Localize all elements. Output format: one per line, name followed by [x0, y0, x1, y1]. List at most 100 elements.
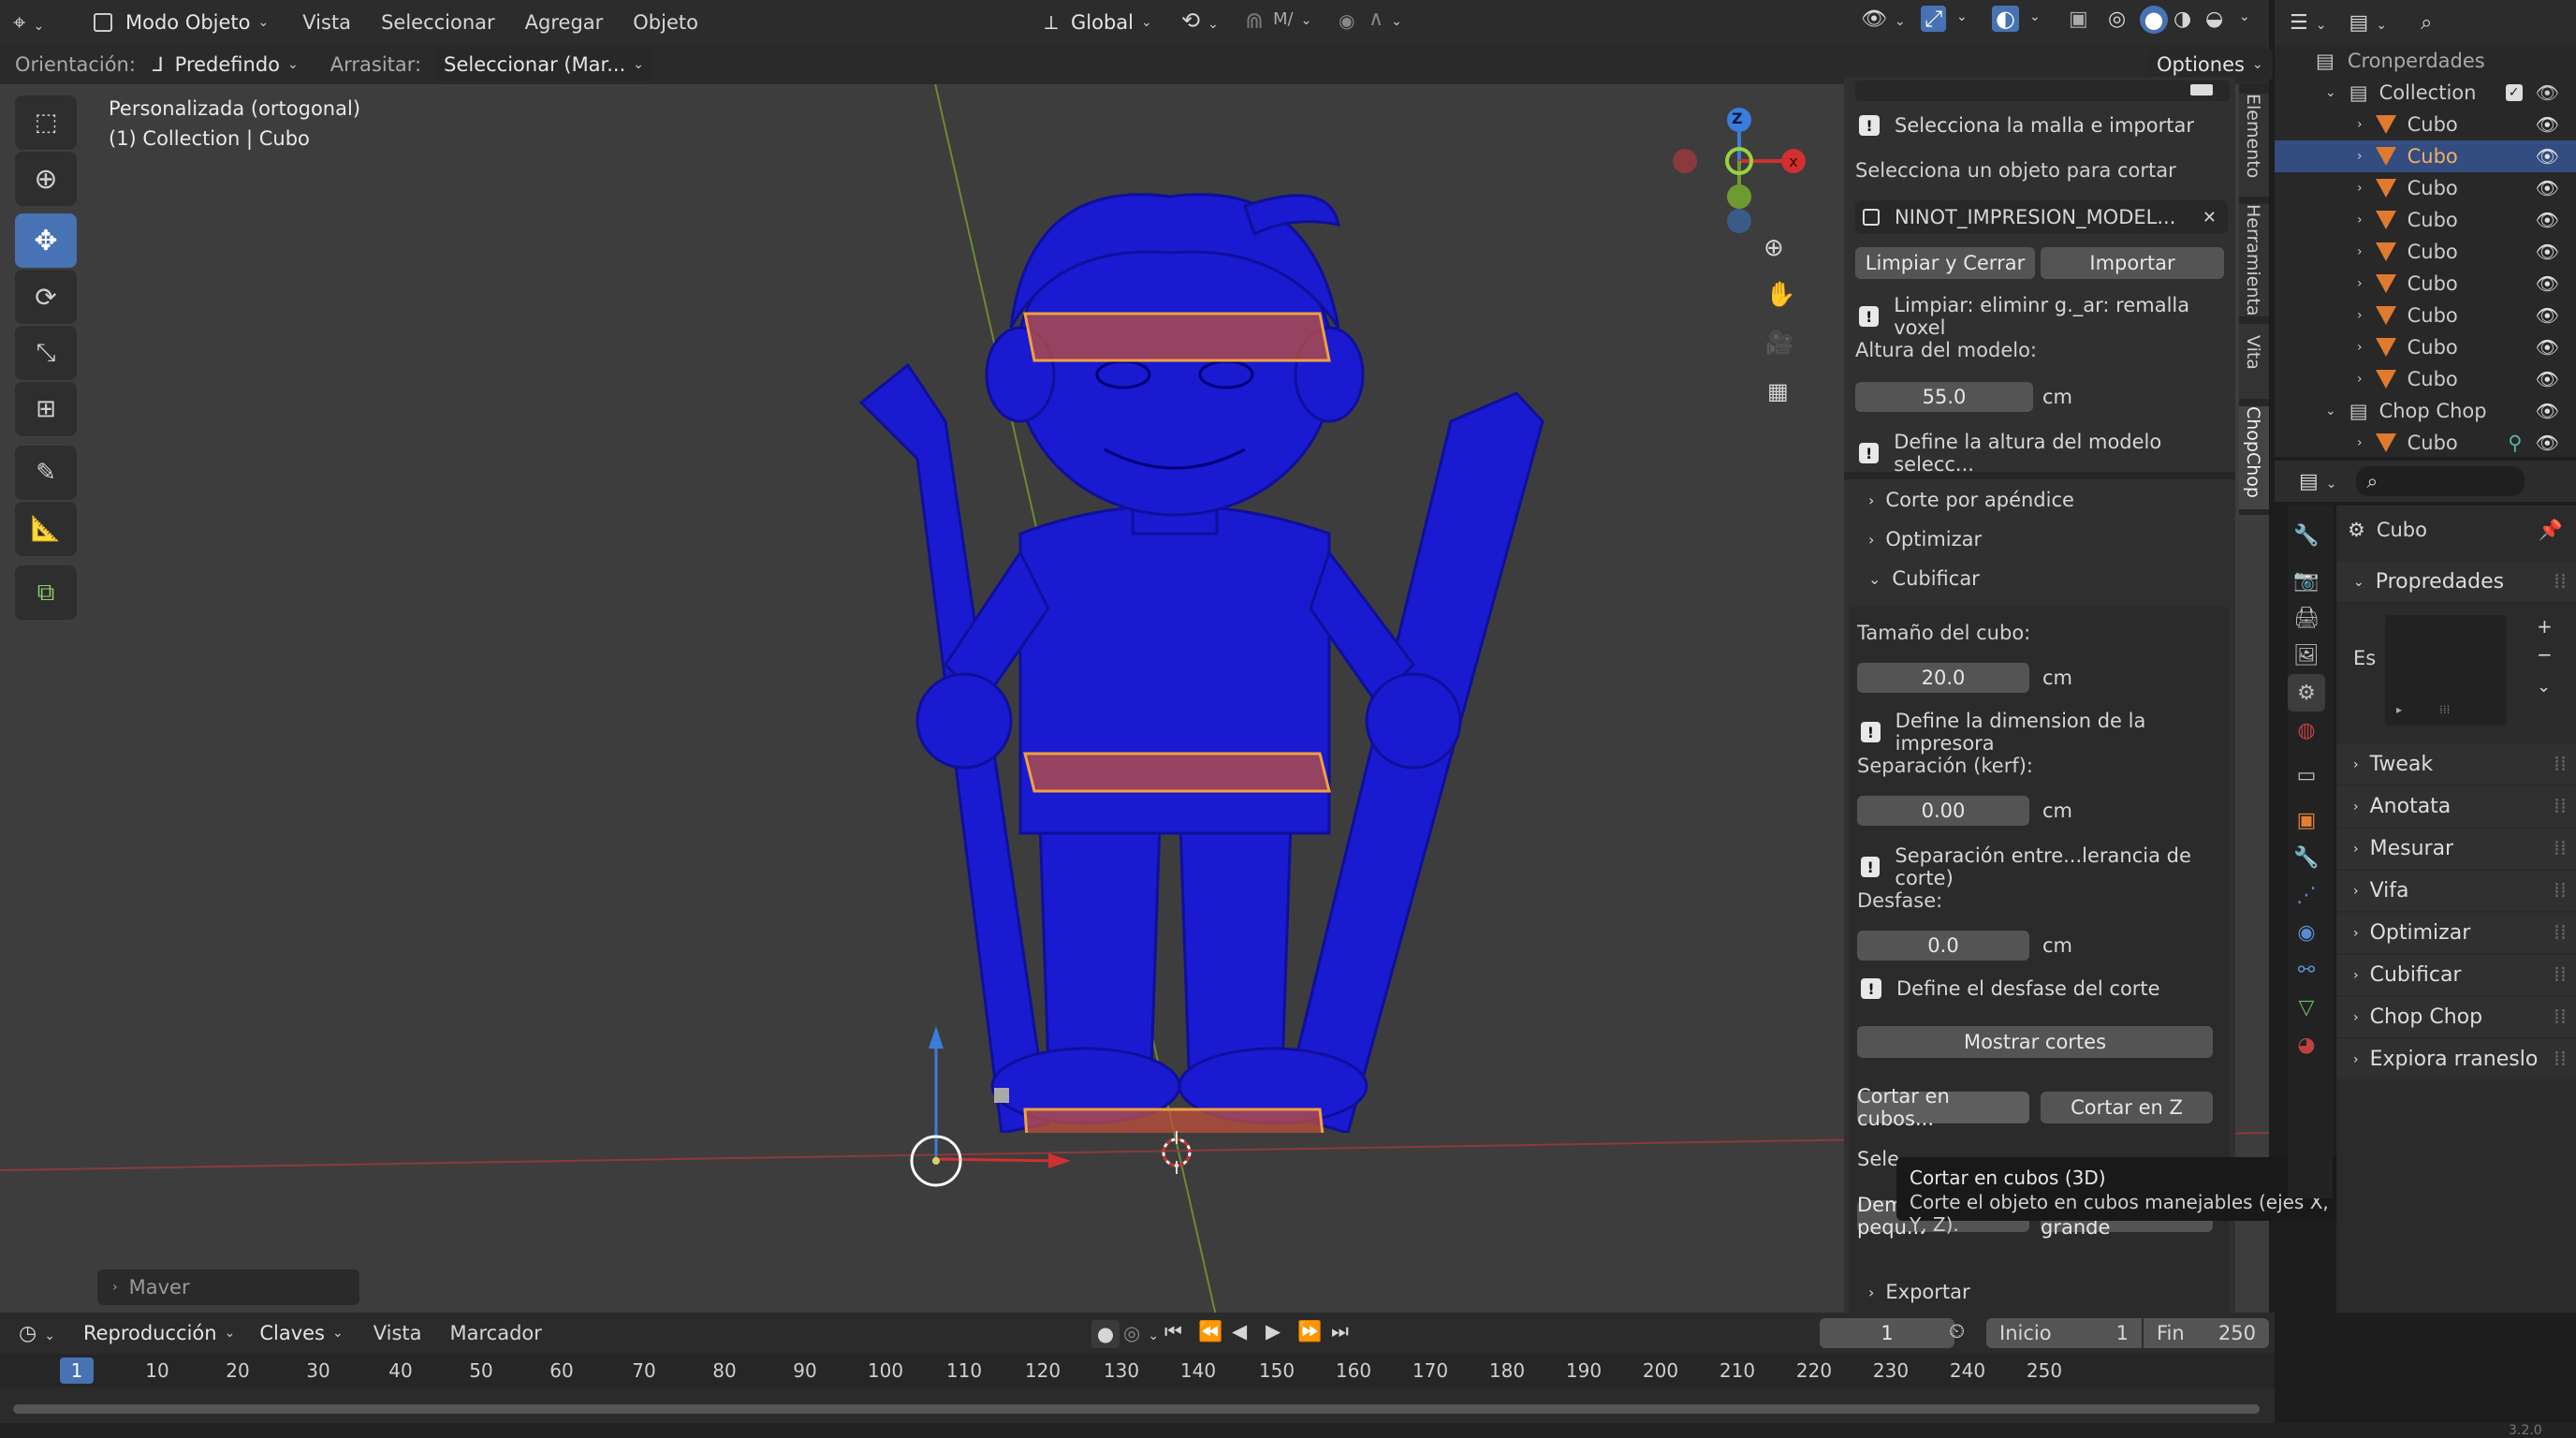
- falloff-icon[interactable]: ∧ ⌄: [1368, 7, 1402, 31]
- current-frame-input[interactable]: 1: [1820, 1318, 1954, 1348]
- eye-icon[interactable]: 👁: [2536, 145, 2559, 168]
- menu-agregar[interactable]: Agregar: [525, 11, 604, 34]
- transform-tool[interactable]: ⊞: [15, 382, 77, 436]
- drag-dropdown[interactable]: Seleccionar (Mar... ⌄: [434, 49, 654, 81]
- cursor-tool[interactable]: ⊕: [15, 152, 77, 206]
- list-resize-icon[interactable]: ⁞⁞⁞: [2439, 703, 2450, 716]
- outliner-item[interactable]: › Cubo 👁: [2275, 331, 2576, 363]
- camera-view-icon[interactable]: 🎥: [1765, 330, 1793, 356]
- timeline-view-menu[interactable]: Vista: [373, 1322, 422, 1344]
- eye-icon[interactable]: 👁: [2536, 209, 2559, 231]
- drag-handle-icon[interactable]: ⁞⁞: [2554, 753, 2567, 776]
- outliner-root[interactable]: ▤ Cronperdades: [2275, 45, 2576, 77]
- start-frame-field[interactable]: Inicio 1: [1986, 1318, 2142, 1348]
- jump-start-icon[interactable]: ⏮: [1164, 1320, 1182, 1343]
- modifier-tab-icon[interactable]: 🔧: [2288, 839, 2325, 876]
- eye-icon[interactable]: 👁: [2536, 113, 2559, 136]
- timeline-scrollbar[interactable]: [13, 1404, 2260, 1414]
- outliner-editor-icon[interactable]: ☰ ⌄: [2290, 11, 2326, 35]
- zoom-icon[interactable]: ⊕: [1764, 234, 1784, 262]
- outliner-item[interactable]: › Cubo 👁: [2275, 236, 2576, 268]
- drag-handle-icon[interactable]: ⁞⁞: [2554, 837, 2567, 860]
- end-frame-field[interactable]: Fin 250: [2144, 1318, 2269, 1348]
- scene-tab-icon[interactable]: ⚙: [2288, 674, 2325, 712]
- section-cubificar[interactable]: › Cubificar ⁞⁞: [2336, 955, 2576, 996]
- properties-editor-icon[interactable]: ▤ ⌄: [2299, 470, 2337, 493]
- frame-ruler[interactable]: 1 10 20 30 40 50 60 70 80 90 100 110 120…: [0, 1354, 2275, 1387]
- record-icon[interactable]: ●: [1091, 1320, 1120, 1348]
- prev-keyframe-icon[interactable]: ⏪: [1198, 1320, 1222, 1343]
- drag-handle-icon[interactable]: ⁞⁞: [2554, 795, 2567, 818]
- gizmo-dropdown-icon[interactable]: ⌄: [1956, 9, 1968, 24]
- drag-handle-icon[interactable]: ⁞⁞: [2554, 879, 2567, 902]
- propredades-section[interactable]: ⌄ Propredades ⁞⁞: [2336, 562, 2576, 603]
- eye-icon[interactable]: 👁: [2536, 272, 2559, 295]
- list-expand-icon[interactable]: ▸: [2396, 703, 2402, 716]
- outliner-item-selected[interactable]: › Cubo 👁: [2275, 140, 2576, 172]
- object-tab-icon[interactable]: ▣: [2288, 801, 2325, 839]
- object-origin-gizmo[interactable]: [899, 1020, 1105, 1245]
- output-tab-icon[interactable]: 🖨: [2288, 599, 2325, 637]
- section-chop-chop[interactable]: › Chop Chop ⁞⁞: [2336, 997, 2576, 1038]
- eye-icon[interactable]: 👁: [2536, 304, 2559, 327]
- data-tab-icon[interactable]: ▽: [2288, 989, 2325, 1026]
- jump-end-icon[interactable]: ⏭: [1331, 1320, 1349, 1343]
- outliner-search-icon[interactable]: ⌕: [2421, 11, 2432, 35]
- eye-icon[interactable]: 👁: [2536, 336, 2559, 359]
- remove-icon[interactable]: −: [2537, 643, 2553, 666]
- tab-chopchop[interactable]: ChopChop: [2239, 406, 2269, 509]
- eye-icon[interactable]: 👁: [2536, 368, 2559, 390]
- section-anotata[interactable]: › Anotata ⁞⁞: [2336, 786, 2576, 828]
- section-exportar[interactable]: › Exportar: [1868, 1281, 1970, 1303]
- collection-tab-icon[interactable]: ▭: [2288, 756, 2325, 794]
- cut-cubes-button[interactable]: Cortar en cubos...: [1857, 1085, 2029, 1130]
- playback-dropdown[interactable]: Reproducción ⌄: [74, 1317, 244, 1349]
- play-icon[interactable]: ▶: [1266, 1320, 1281, 1343]
- outliner-item[interactable]: › Cubo 👁: [2275, 363, 2576, 395]
- add-cube-tool[interactable]: ⧉: [15, 565, 77, 620]
- solid-shading-icon[interactable]: ●: [2140, 6, 2168, 34]
- scale-tool[interactable]: ⤡: [15, 326, 77, 380]
- menu-vista[interactable]: Vista: [302, 11, 351, 34]
- clock-icon[interactable]: ⏲: [1949, 1320, 1965, 1343]
- outliner-item[interactable]: › Cubo 👁: [2275, 300, 2576, 331]
- view-layer-tab-icon[interactable]: 🖼: [2288, 637, 2325, 674]
- physics-tab-icon[interactable]: ◉: [2288, 914, 2325, 951]
- timeline-editor-icon[interactable]: ◷ ⌄: [19, 1322, 55, 1345]
- annotate-tool[interactable]: ✎: [15, 446, 77, 500]
- tab-herramienta[interactable]: Herramienta: [2239, 204, 2269, 316]
- snap-target-icon[interactable]: M/⌄: [1273, 9, 1311, 29]
- clear-close-button[interactable]: Limpiar y Cerrar: [1855, 247, 2035, 279]
- keying-set-icon[interactable]: ◎ ⌄: [1123, 1322, 1159, 1344]
- snap-icon[interactable]: ⋒: [1245, 7, 1264, 34]
- cube-size-input[interactable]: 20.0: [1857, 663, 2029, 693]
- rendered-shading-icon[interactable]: ◒: [2205, 7, 2223, 31]
- menu-down-icon[interactable]: ⌄: [2537, 677, 2551, 697]
- height-input[interactable]: 55.0: [1855, 382, 2033, 412]
- proportional-edit-icon[interactable]: ◉: [1339, 9, 1354, 32]
- visibility-icon[interactable]: 👁 ⌄: [1861, 7, 1906, 31]
- section-optimizar[interactable]: › Optimizar ⁞⁞: [2336, 913, 2576, 954]
- tool-tab-icon[interactable]: 🔧: [2288, 517, 2325, 554]
- drag-handle-icon[interactable]: ⁞⁞: [2554, 963, 2567, 987]
- add-icon[interactable]: +: [2537, 615, 2553, 638]
- render-tab-icon[interactable]: 📷: [2288, 562, 2325, 599]
- eye-icon[interactable]: 👁: [2536, 177, 2559, 199]
- drag-handle-icon[interactable]: ⁞⁞: [2554, 1005, 2567, 1029]
- menu-objeto[interactable]: Objeto: [633, 11, 698, 34]
- properties-search[interactable]: ⌕: [2355, 466, 2525, 496]
- section-corte-apendice[interactable]: › Corte por apéndice: [1868, 489, 2074, 511]
- overlay-toggle-icon[interactable]: ◐: [1992, 6, 2019, 32]
- outliner-item[interactable]: › Cubo 👁: [2275, 268, 2576, 300]
- eye-icon[interactable]: 👁: [2536, 81, 2559, 104]
- shading-dropdown-icon[interactable]: ⌄: [2239, 9, 2250, 24]
- eye-icon[interactable]: 👁: [2536, 241, 2559, 263]
- pivot-icon[interactable]: ⟲ ⌄: [1181, 7, 1219, 34]
- rotate-tool[interactable]: ⟳: [15, 270, 77, 324]
- object-picker-field[interactable]: NINOT_IMPRESION_MODEL... ✕: [1855, 200, 2228, 234]
- eye-icon[interactable]: 👁: [2536, 432, 2559, 454]
- outliner-item[interactable]: › Cubo 👁: [2275, 204, 2576, 236]
- section-mesurar[interactable]: › Mesurar ⁞⁞: [2336, 829, 2576, 870]
- pan-hand-icon[interactable]: ✋: [1765, 281, 1795, 309]
- overlay-dropdown-icon[interactable]: ⌄: [2029, 9, 2041, 24]
